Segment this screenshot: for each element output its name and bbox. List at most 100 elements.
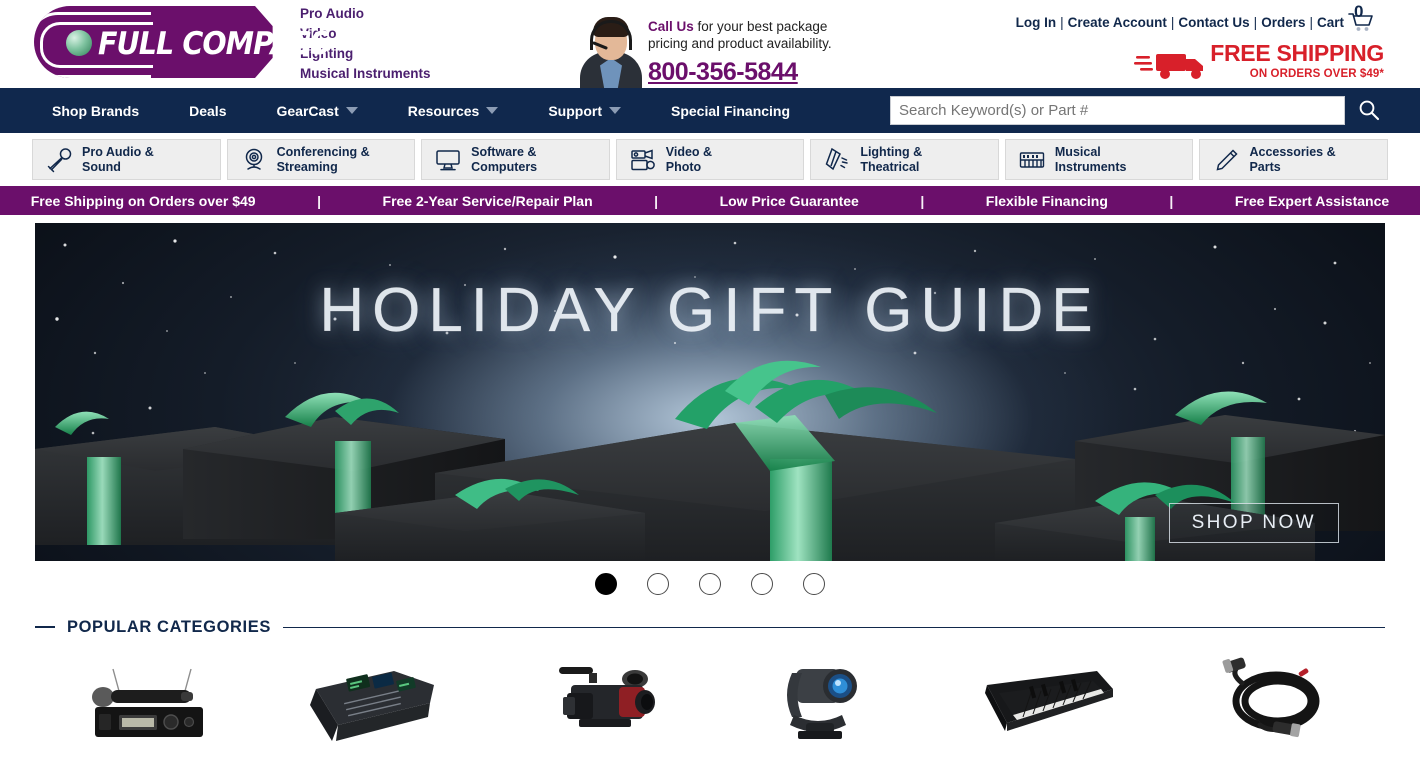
tile-label-software-computers: Software & Computers xyxy=(471,145,537,175)
product-moving-head-stage-light[interactable] xyxy=(710,655,935,745)
login-link[interactable]: Log In xyxy=(1016,15,1057,30)
stage-light-icon xyxy=(823,147,851,173)
nav-label-deals: Deals xyxy=(189,102,227,119)
tile-line1: Software & xyxy=(471,144,537,159)
delivery-truck-icon xyxy=(1134,48,1212,82)
call-us-lead: Call Us xyxy=(648,19,694,34)
tile-label-conferencing-streaming: Conferencing & Streaming xyxy=(277,145,370,175)
nav-label-resources: Resources xyxy=(407,102,480,119)
hero-carousel: HOLIDAY GIFT GUIDE SHOP NOW xyxy=(0,215,1420,561)
tile-line1: Musical xyxy=(1054,144,1101,159)
phone-number-link[interactable]: 800-356-5844 xyxy=(648,58,798,87)
tile-line2: Theatrical xyxy=(860,159,920,174)
nav-item-list: Shop Brands Deals GearCast Resources Sup… xyxy=(52,88,790,133)
benefit-expert-assistance: Free Expert Assistance xyxy=(1234,192,1390,209)
popular-categories-title: POPULAR CATEGORIES xyxy=(67,617,271,636)
call-us-line1: for your best package xyxy=(693,19,828,34)
carousel-dots xyxy=(0,561,1420,607)
logo-wordmark: FULL COMPASS xyxy=(98,26,331,62)
benefit-separator: | xyxy=(1169,192,1174,209)
benefit-financing: Flexible Financing xyxy=(985,192,1108,209)
tile-conferencing-streaming[interactable]: Conferencing & Streaming xyxy=(226,139,416,180)
brand-category-0: Pro Audio xyxy=(300,6,364,21)
carousel-dot-3[interactable] xyxy=(699,573,721,595)
product-professional-camcorder[interactable] xyxy=(485,655,710,745)
carousel-dot-5[interactable] xyxy=(803,573,825,595)
product-xlr-audio-cable[interactable] xyxy=(1160,655,1385,745)
tile-label-musical-instruments: Musical Instruments xyxy=(1055,145,1127,175)
tile-accessories-parts[interactable]: Accessories & Parts xyxy=(1199,139,1389,180)
nav-item-resources[interactable]: Resources xyxy=(408,103,499,119)
header-rule xyxy=(282,626,1385,628)
professional-camcorder-image xyxy=(558,667,655,727)
nav-item-special-financing[interactable]: Special Financing xyxy=(671,103,790,119)
site-logo[interactable]: FULL COMPASS xyxy=(34,6,331,78)
tile-lighting-theatrical[interactable]: Lighting & Theatrical xyxy=(810,139,999,180)
cable-plug-icon xyxy=(1212,147,1240,173)
contact-us-link[interactable]: Contact Us xyxy=(1178,15,1249,30)
electronic-keyboard-image xyxy=(984,671,1113,731)
nav-item-support[interactable]: Support xyxy=(548,103,621,119)
wireless-microphone-system-image xyxy=(91,668,203,737)
nav-item-shop-brands[interactable]: Shop Brands xyxy=(52,103,139,119)
tile-line1: Pro Audio & xyxy=(82,144,154,159)
hero-slide[interactable]: HOLIDAY GIFT GUIDE SHOP NOW xyxy=(35,223,1385,561)
benefit-low-price: Low Price Guarantee xyxy=(719,192,859,209)
top-utility-links: Log In | Create Account | Contact Us | Orders |… xyxy=(1016,2,1374,32)
header-dash xyxy=(35,626,55,628)
search-button[interactable] xyxy=(1354,97,1384,125)
nav-item-gearcast[interactable]: GearCast xyxy=(276,102,358,119)
product-electronic-keyboard[interactable] xyxy=(935,655,1160,745)
cart-icon[interactable]: 0 xyxy=(1348,2,1374,32)
tile-line1: Conferencing & xyxy=(276,144,370,159)
create-account-link[interactable]: Create Account xyxy=(1068,15,1167,30)
benefit-service-plan: Free 2-Year Service/Repair Plan xyxy=(382,192,593,209)
moving-head-stage-light-image xyxy=(786,669,857,739)
brand-category-3: Musical Instruments xyxy=(300,66,431,81)
free-shipping-headline: FREE SHIPPING xyxy=(1210,40,1384,66)
chevron-down-icon xyxy=(486,107,499,114)
cart-link[interactable]: Cart xyxy=(1317,15,1344,30)
keyboard-piano-icon xyxy=(1018,147,1046,173)
carousel-dot-2[interactable] xyxy=(647,573,669,595)
carousel-dot-4[interactable] xyxy=(751,573,773,595)
benefit-separator: | xyxy=(920,192,925,209)
chevron-down-icon xyxy=(345,107,358,114)
search-icon xyxy=(1359,100,1380,120)
tile-line1: Accessories & xyxy=(1249,144,1336,159)
popular-products-row xyxy=(35,655,1385,745)
digital-mixing-console-image xyxy=(309,671,434,741)
popular-categories-header: POPULAR CATEGORIES xyxy=(35,613,1385,641)
nav-item-deals[interactable]: Deals xyxy=(189,103,226,119)
call-us-text: Call Us for your best package pricing an… xyxy=(648,18,832,52)
xlr-audio-cable-image xyxy=(1222,657,1319,738)
tile-software-computers[interactable]: Software & Computers xyxy=(421,139,610,180)
nav-label-support: Support xyxy=(548,102,602,119)
tile-label-video-photo: Video & Photo xyxy=(666,145,712,175)
benefits-bar: Free Shipping on Orders over $49 | Free … xyxy=(0,186,1420,215)
category-tile-row: Pro Audio & Sound Conferencing & Streami… xyxy=(0,133,1420,186)
tile-label-lighting-theatrical: Lighting & Theatrical xyxy=(860,145,922,175)
nav-label-gearcast: GearCast xyxy=(276,102,339,119)
desktop-computer-icon xyxy=(434,147,462,173)
shop-now-button[interactable]: SHOP NOW xyxy=(1168,503,1339,543)
benefit-separator: | xyxy=(654,192,659,209)
tile-musical-instruments[interactable]: Musical Instruments xyxy=(1004,139,1194,180)
carousel-dot-1[interactable] xyxy=(595,573,617,595)
tile-line2: Instruments xyxy=(1054,159,1127,174)
tile-line1: Video & xyxy=(665,144,713,159)
tile-line2: Parts xyxy=(1249,159,1281,174)
search-bar xyxy=(890,96,1384,125)
tile-label-accessories-parts: Accessories & Parts xyxy=(1249,145,1335,175)
product-digital-mixing-console[interactable] xyxy=(260,655,485,745)
orders-link[interactable]: Orders xyxy=(1261,15,1305,30)
tile-line1: Lighting & xyxy=(860,144,923,159)
nav-label-special-financing: Special Financing xyxy=(671,102,791,119)
tile-pro-audio-sound[interactable]: Pro Audio & Sound xyxy=(32,139,221,180)
benefit-separator: | xyxy=(317,192,322,209)
tile-video-photo[interactable]: Video & Photo xyxy=(615,139,805,180)
search-input[interactable] xyxy=(890,96,1345,125)
camcorder-icon xyxy=(629,147,657,173)
chevron-down-icon xyxy=(609,107,621,114)
product-wireless-microphone-system[interactable] xyxy=(35,655,260,745)
